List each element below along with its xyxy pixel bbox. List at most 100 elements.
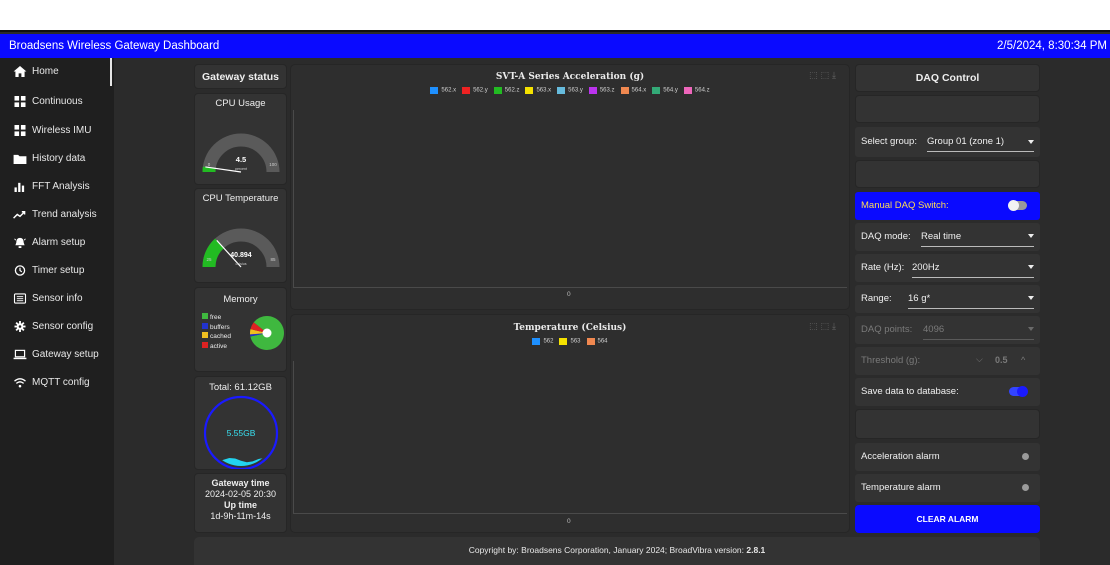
legend-item[interactable]: 564.x [620, 87, 646, 94]
sidebar-item-mqtt-config[interactable]: MQTT config [0, 369, 114, 397]
grid-icon [14, 124, 26, 136]
legend-swatch [588, 87, 597, 94]
daq-points-dropdown[interactable]: 4096 [923, 320, 1034, 340]
sidebar-item-wireless-imu[interactable]: Wireless IMU [0, 117, 114, 145]
sidebar-item-timer-setup[interactable]: Timer setup [0, 257, 114, 285]
cpu-temperature-title: CPU Temperature [202, 193, 279, 204]
sidebar-item-home[interactable]: Home [0, 58, 114, 86]
legend-item[interactable]: 563.z [588, 87, 615, 94]
legend-label: 564.y [663, 87, 678, 94]
legend-label: 562 [543, 338, 554, 345]
x-tick-label: 0 [567, 291, 571, 298]
threshold-decrement-icon[interactable]: ⌵ [976, 354, 983, 365]
threshold-row: Threshold (g): ⌵ 0.5 ^ [855, 347, 1040, 375]
download-icon[interactable]: ⤓ [832, 70, 839, 80]
rate-dropdown[interactable]: 200Hz [912, 258, 1034, 278]
legend-item[interactable]: 562.x [430, 87, 456, 94]
cpu-usage-max: 100 [269, 162, 277, 167]
legend-swatch [462, 87, 471, 94]
sidebar-item-sensor-info[interactable]: Sensor info [0, 285, 114, 313]
cpu-usage-title: CPU Usage [215, 98, 266, 109]
legend-item[interactable]: 563.x [525, 87, 551, 94]
acceleration-alarm-label: Acceleration alarm [861, 451, 940, 462]
daq-spacer [855, 95, 1040, 123]
range-label: Range: [861, 293, 892, 304]
chevron-down-icon [1028, 296, 1034, 300]
save-db-label: Save data to database: [861, 386, 959, 397]
app-title: Broadsens Wireless Gateway Dashboard [9, 40, 220, 52]
sidebar-item-history-data[interactable]: History data [0, 145, 114, 173]
legend-swatch [683, 87, 692, 94]
legend-item[interactable]: 562.y [462, 87, 488, 94]
sidebar-item-label: Home [32, 66, 59, 77]
rate-row: Rate (Hz): 200Hz [855, 254, 1040, 282]
gateway-time-value: 2024-02-05 20:30 [204, 489, 277, 499]
gear-icon [14, 320, 26, 332]
footer: Copyright by: Broadsens Corporation, Jan… [194, 537, 1040, 565]
sidebar-item-label: Trend analysis [32, 209, 97, 220]
legend-item[interactable]: 564 [586, 338, 608, 345]
reset-zoom-icon[interactable]: ⬚ [821, 321, 833, 331]
legend-swatch [652, 87, 661, 94]
legend-item[interactable]: 564.y [652, 87, 678, 94]
legend-item[interactable]: 563.y [557, 87, 583, 94]
manual-daq-switch-row: Manual DAQ Switch: [855, 192, 1040, 220]
zoom-icon[interactable]: ⬚ [809, 70, 821, 80]
sidebar-item-trend-analysis[interactable]: Trend analysis [0, 201, 114, 229]
memory-legend-active: active [202, 341, 231, 352]
legend-swatch [525, 87, 534, 94]
bar-chart-icon [14, 182, 25, 192]
legend-swatch [430, 87, 439, 94]
clear-alarm-button[interactable]: CLEAR ALARM [855, 505, 1040, 533]
acceleration-chart-panel: SVT-A Series Acceleration (g) 562.x 562.y… [290, 64, 850, 310]
reset-zoom-icon[interactable]: ⬚ [821, 70, 833, 80]
cpu-usage-value: 4.5 [236, 155, 246, 164]
list-icon [13, 292, 27, 304]
daq-spacer [855, 409, 1040, 439]
sidebar-item-label: Wireless IMU [32, 125, 92, 136]
rate-label: Rate (Hz): [861, 262, 905, 273]
chevron-down-icon [1028, 327, 1034, 331]
daq-mode-dropdown[interactable]: Real time [921, 227, 1034, 247]
range-dropdown[interactable]: 16 g* [908, 289, 1034, 309]
uptime-value: 1d-9h-11m-14s [210, 511, 271, 521]
sidebar-item-continuous[interactable]: Continuous [0, 88, 114, 116]
cpu-temperature-unit: celsius [236, 262, 247, 266]
disk-usage-gauge: 5.55GB [203, 395, 279, 469]
sidebar-item-sensor-config[interactable]: Sensor config [0, 313, 114, 341]
chevron-down-icon [1028, 265, 1034, 269]
legend-item[interactable]: 562 [532, 338, 553, 345]
cpu-temperature-card: CPU Temperature 40.894 celsius 25 85 [194, 188, 287, 283]
x-axis [293, 513, 847, 514]
memory-legend: free buffers cached active [202, 313, 231, 351]
acceleration-chart-legend: 562.x 562.y 562.z 563.x 563.y 563.z 564.x 564.y… [291, 87, 849, 94]
threshold-increment-icon[interactable]: ^ [1021, 355, 1025, 365]
app-root: Broadsens Wireless Gateway Dashboard 2/5… [0, 0, 1110, 565]
sidebar-item-fft-analysis[interactable]: FFT Analysis [0, 173, 114, 201]
select-group-dropdown[interactable]: Group 01 (zone 1) [927, 132, 1034, 152]
app-header: Broadsens Wireless Gateway Dashboard 2/5… [0, 34, 1110, 58]
sidebar-item-label: Sensor info [32, 293, 83, 304]
threshold-value[interactable]: 0.5 [995, 355, 1008, 365]
temperature-chart-legend: 562 563 564 [291, 338, 849, 345]
sidebar-item-gateway-setup[interactable]: Gateway setup [0, 341, 114, 369]
sidebar-item-label: Timer setup [32, 265, 85, 276]
legend-item[interactable]: 562.z [493, 87, 519, 94]
legend-item[interactable]: 563 [559, 338, 581, 345]
legend-label: 562.y [473, 87, 488, 94]
legend-item[interactable]: 564.z [683, 87, 710, 94]
header-datetime: 2/5/2024, 8:30:34 PM [997, 40, 1107, 52]
cpu-temperature-gauge: 40.894 celsius 25 85 [202, 228, 280, 268]
chart-toolbox[interactable]: ⬚⬚⤓ [809, 321, 839, 332]
sidebar-item-label: History data [32, 153, 86, 164]
zoom-icon[interactable]: ⬚ [809, 321, 821, 331]
manual-daq-toggle[interactable] [1008, 200, 1027, 211]
sidebar-item-label: Alarm setup [32, 237, 86, 248]
download-icon[interactable]: ⤓ [832, 321, 839, 331]
sidebar-item-alarm-setup[interactable]: Alarm setup [0, 229, 114, 257]
disk-card: Total: 61.12GB 5.55GB [194, 376, 287, 470]
save-db-toggle[interactable] [1009, 386, 1028, 397]
daq-control-title: DAQ Control [915, 72, 980, 84]
daq-points-row: DAQ points: 4096 [855, 316, 1040, 344]
chart-toolbox[interactable]: ⬚⬚⤓ [809, 70, 839, 81]
